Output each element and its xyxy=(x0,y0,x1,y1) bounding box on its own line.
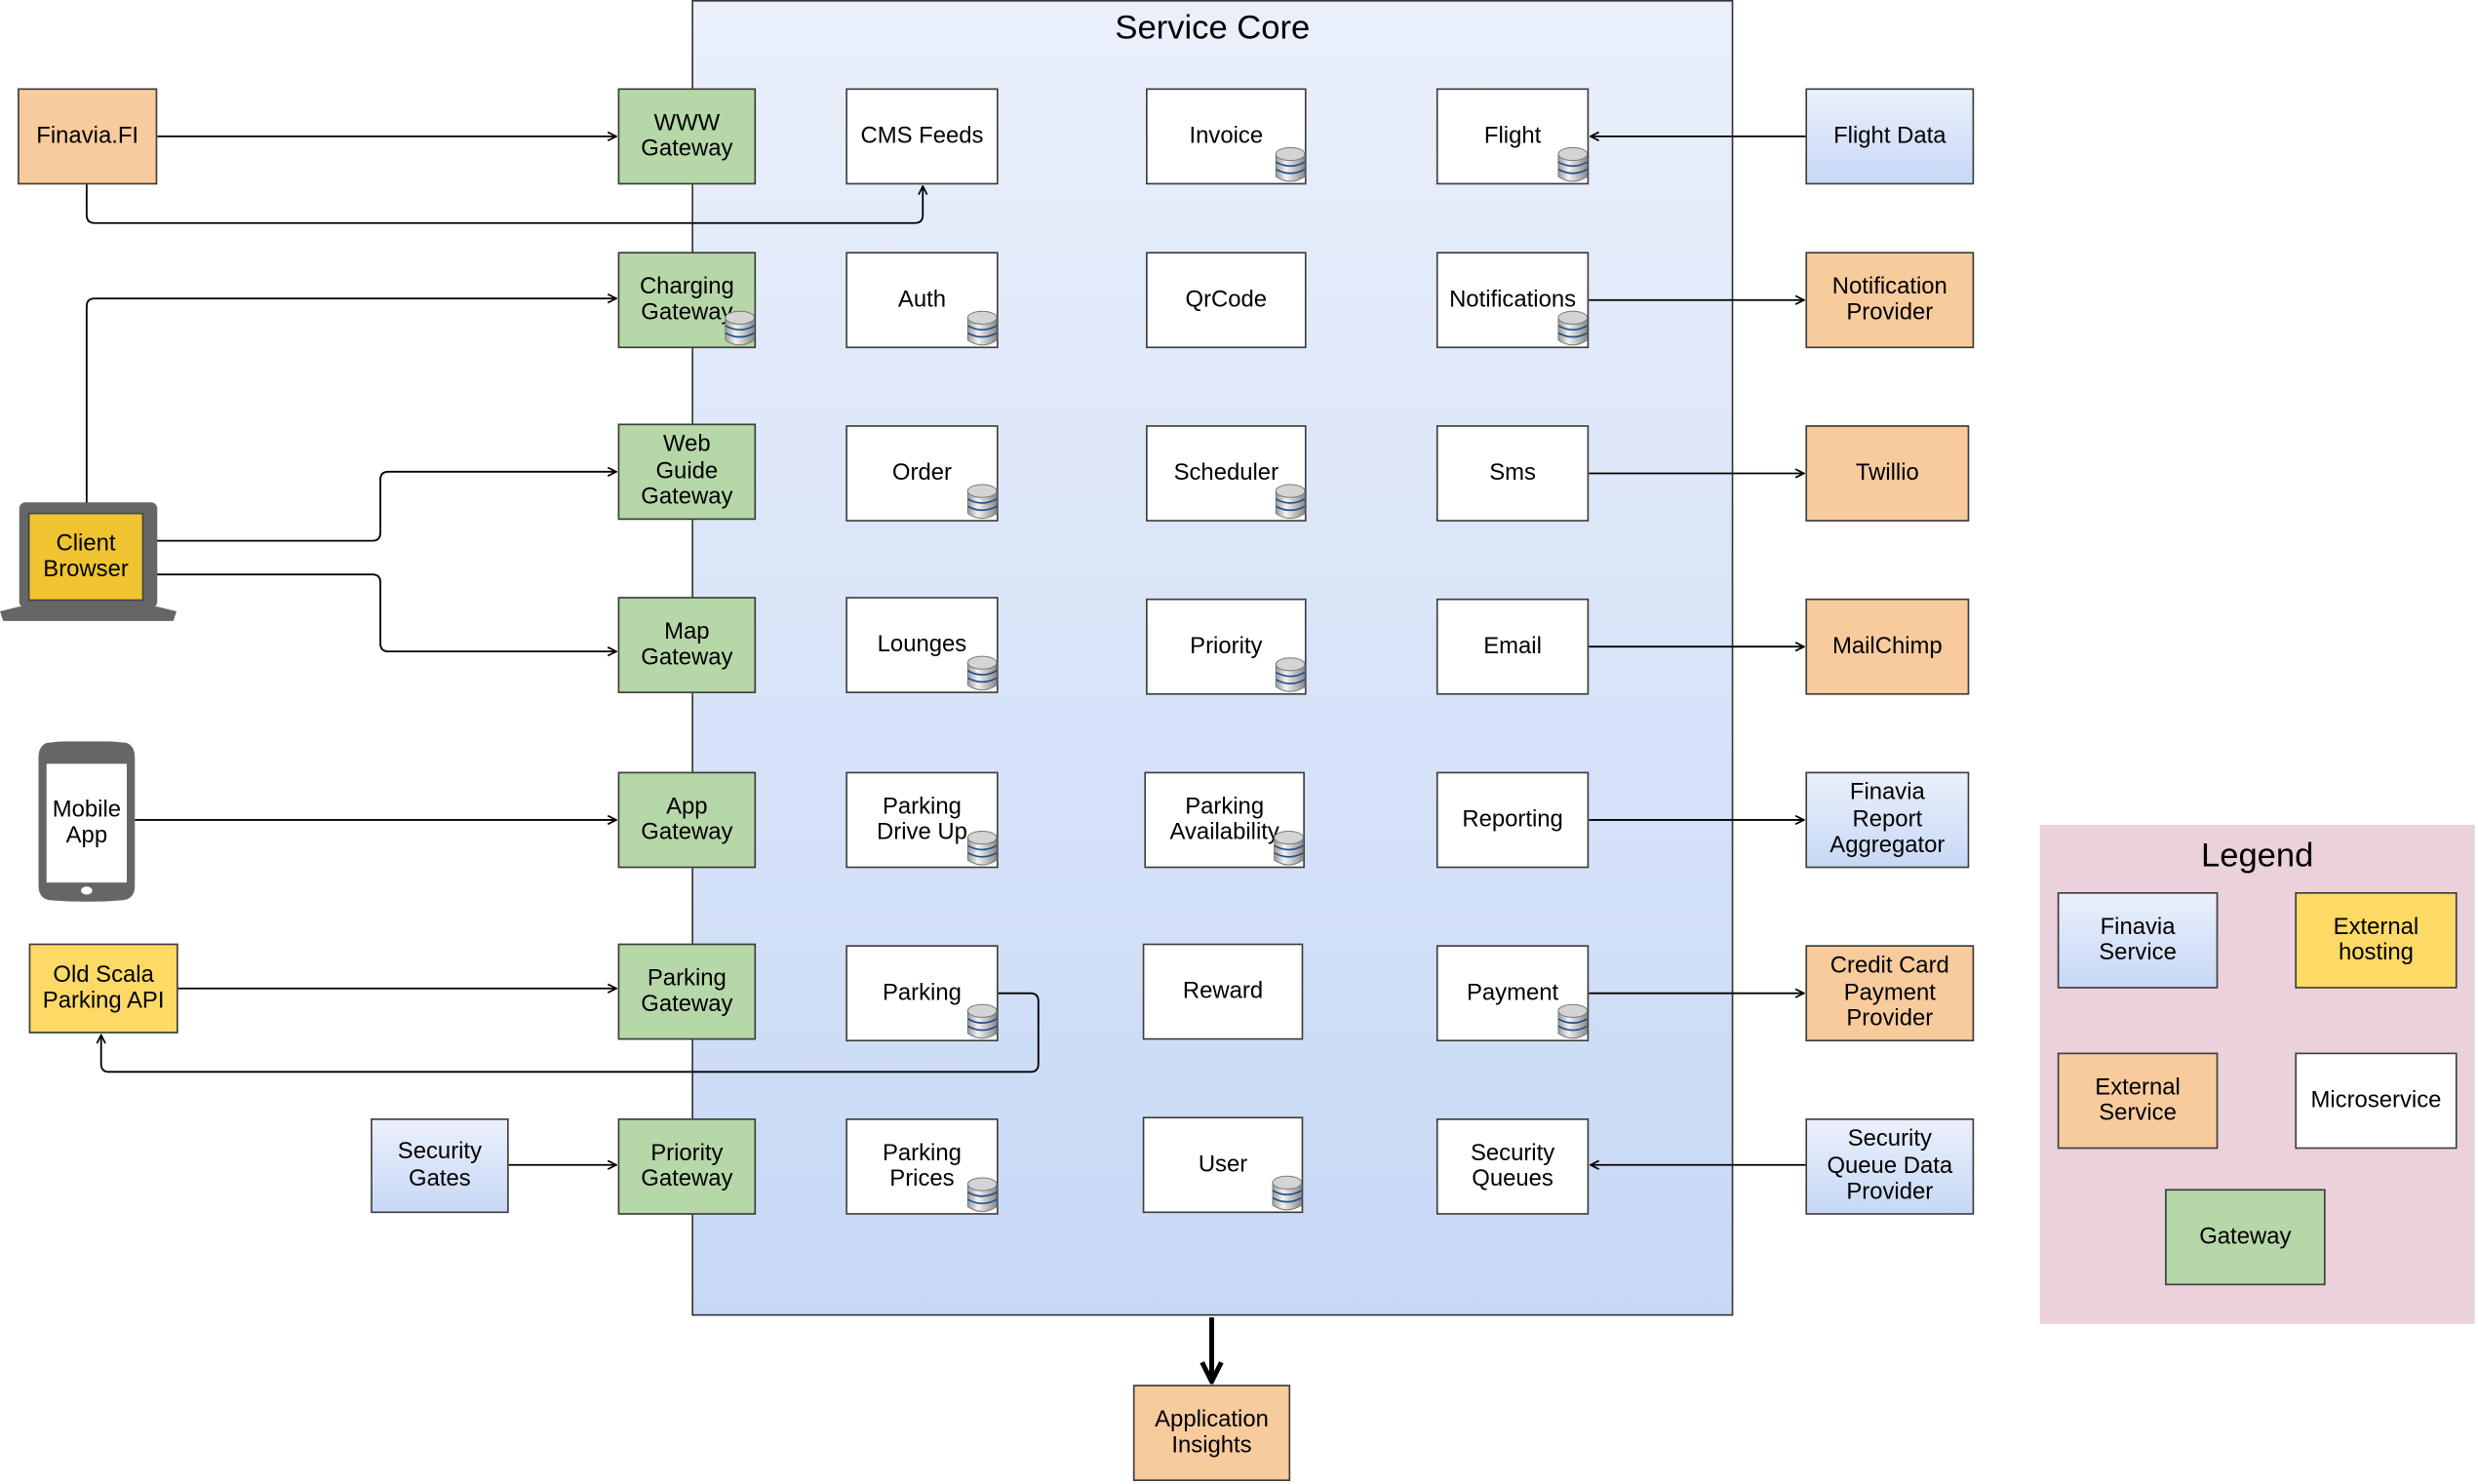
legend-title: Legend xyxy=(2201,838,2314,875)
sms-service[interactable]: Sms xyxy=(1436,425,1590,522)
node-label: Parking xyxy=(882,980,962,1006)
flight-data-provider[interactable]: Flight Data xyxy=(1805,88,1975,185)
app-gateway-node[interactable]: App Gateway xyxy=(617,771,757,869)
web-guide-gateway-node[interactable]: Web Guide Gateway xyxy=(617,423,757,521)
payment-service[interactable]: Payment xyxy=(1436,945,1590,1042)
node-label: Charging Gateway xyxy=(639,273,734,327)
database-icon xyxy=(966,830,999,868)
security-queues-service[interactable]: Security Queues xyxy=(1436,1118,1590,1215)
database-icon xyxy=(1275,146,1307,184)
order-service[interactable]: Order xyxy=(846,425,999,522)
cms-feeds-service[interactable]: CMS Feeds xyxy=(846,88,999,185)
database-icon xyxy=(724,310,756,348)
legend-external-hosting: External hosting xyxy=(2295,892,2458,989)
priority-service[interactable]: Priority xyxy=(1146,598,1307,695)
scheduler-service[interactable]: Scheduler xyxy=(1146,425,1307,522)
legend-gateway: Gateway xyxy=(2165,1189,2326,1286)
legend-microservice: Microservice xyxy=(2295,1052,2458,1150)
reward-service[interactable]: Reward xyxy=(1142,943,1304,1040)
node-label: Parking Drive Up xyxy=(877,793,967,846)
database-icon xyxy=(1275,483,1307,521)
node-label: Scheduler xyxy=(1173,459,1279,487)
node-label: Invoice xyxy=(1189,123,1264,149)
flight-service[interactable]: Flight xyxy=(1436,88,1590,185)
service-core-title: Service Core xyxy=(1115,9,1311,47)
reporting-service[interactable]: Reporting xyxy=(1436,771,1590,869)
finavia-fi-node[interactable]: Finavia.FI xyxy=(18,88,158,185)
www-gateway-node[interactable]: WWW Gateway xyxy=(617,88,757,185)
parking-drive-up-service[interactable]: Parking Drive Up xyxy=(846,771,999,869)
node-label: User xyxy=(1198,1152,1248,1178)
security-queue-data-provider[interactable]: Security Queue Data Provider xyxy=(1805,1118,1975,1215)
charging-gateway-node[interactable]: Charging Gateway xyxy=(617,252,757,349)
twillio-provider[interactable]: Twillio xyxy=(1805,425,1970,522)
email-service[interactable]: Email xyxy=(1436,598,1590,695)
invoice-service[interactable]: Invoice xyxy=(1146,88,1307,185)
user-service[interactable]: User xyxy=(1142,1116,1304,1214)
client-browser-node[interactable]: Client Browser xyxy=(29,514,143,601)
diagram-canvas: Service Core Finavia.FI Client Browser M… xyxy=(0,0,2478,1484)
notifications-service[interactable]: Notifications xyxy=(1436,252,1590,349)
database-icon xyxy=(966,654,999,692)
qrcode-service[interactable]: QrCode xyxy=(1146,252,1307,349)
edge-browser-to-map-gateway xyxy=(142,573,615,651)
parking-prices-service[interactable]: Parking Prices xyxy=(846,1118,999,1215)
application-insights-node[interactable]: Application Insights xyxy=(1132,1385,1291,1481)
node-label: Flight xyxy=(1483,123,1542,149)
notification-provider[interactable]: Notification Provider xyxy=(1805,252,1975,349)
priority-gateway-node[interactable]: Priority Gateway xyxy=(617,1118,757,1215)
old-scala-parking-api-node[interactable]: Old Scala Parking API xyxy=(28,943,178,1034)
legend-external-service: External Service xyxy=(2057,1052,2219,1150)
database-icon xyxy=(966,1003,999,1041)
database-icon xyxy=(1556,146,1589,184)
node-label: Parking Prices xyxy=(882,1140,962,1192)
node-label: Parking Availability xyxy=(1169,793,1279,846)
legend-panel: Legend Finavia Service External hosting … xyxy=(2039,824,2475,1324)
node-label: Priority xyxy=(1190,633,1263,659)
node-label: Auth xyxy=(897,287,947,313)
node-label: Order xyxy=(891,459,952,487)
parking-gateway-node[interactable]: Parking Gateway xyxy=(617,943,757,1040)
edge-browser-to-web-guide-gateway xyxy=(142,472,615,542)
finavia-report-aggregator[interactable]: Finavia Report Aggregator xyxy=(1805,771,1970,869)
database-icon xyxy=(1275,656,1307,694)
mobile-app-node[interactable]: Mobile App xyxy=(47,763,127,882)
parking-service[interactable]: Parking xyxy=(846,945,999,1042)
node-label: Payment xyxy=(1466,980,1559,1006)
lounges-service[interactable]: Lounges xyxy=(846,597,999,693)
database-icon xyxy=(1273,830,1305,868)
map-gateway-node[interactable]: Map Gateway xyxy=(617,597,757,693)
database-icon xyxy=(1556,310,1589,348)
security-gates-node[interactable]: Security Gates xyxy=(371,1118,509,1214)
auth-service[interactable]: Auth xyxy=(846,252,999,349)
parking-availability-service[interactable]: Parking Availability xyxy=(1144,771,1305,869)
legend-finavia-service: Finavia Service xyxy=(2057,892,2219,989)
database-icon xyxy=(1271,1175,1303,1213)
node-label: Lounges xyxy=(877,631,967,658)
mailchimp-provider[interactable]: MailChimp xyxy=(1805,598,1970,695)
edge-browser-to-charging-gateway xyxy=(85,298,616,517)
database-icon xyxy=(1556,1003,1589,1041)
database-icon xyxy=(966,310,999,348)
credit-card-payment-provider[interactable]: Credit Card Payment Provider xyxy=(1805,945,1975,1042)
database-icon xyxy=(966,1176,999,1214)
database-icon xyxy=(966,483,999,521)
